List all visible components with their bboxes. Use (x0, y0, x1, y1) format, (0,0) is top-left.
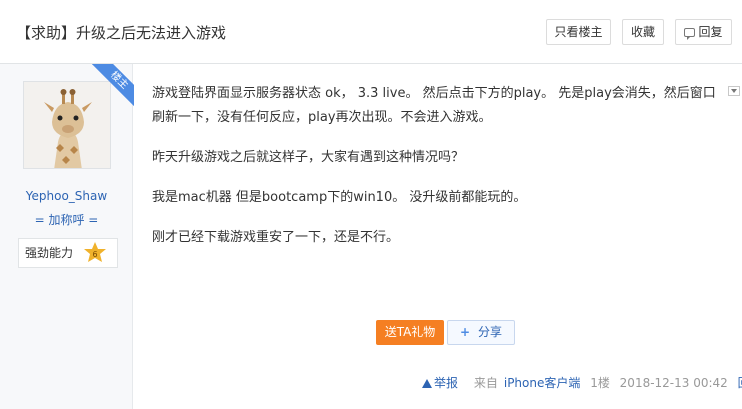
post-footer: 举报 来自 iPhone客户端 1楼 2018-12-13 00:42 回复 (422, 374, 742, 391)
source-client-link[interactable]: iPhone客户端 (504, 376, 581, 390)
add-nickname-link[interactable]: = 加称呼 = (0, 211, 133, 228)
post-header: 【求助】升级之后无法进入游戏 只看楼主 收藏 回复 (0, 0, 742, 64)
content-paragraph: 游戏登陆界面显示服务器状态 ok， 3.3 live。 然后点击下方的play。… (152, 86, 716, 125)
ability-badge[interactable]: 强劲能力 6 (18, 238, 118, 268)
report-link[interactable]: 举报 (422, 376, 464, 390)
star-badge-icon: 6 (84, 242, 106, 262)
content-paragraph: 昨天升级游戏之后就这样子，大家有遇到这种情况吗？ (152, 150, 465, 165)
author-sidebar: 楼主 Yephoo_Shaw = 加称呼 = 强劲能力 6 (0, 64, 134, 409)
post-title: 【求助】升级之后无法进入游戏 (16, 24, 227, 42)
favorite-button[interactable]: 收藏 (622, 19, 664, 45)
reply-button-label: 回复 (698, 25, 723, 39)
badge-level: 6 (92, 250, 97, 259)
post-content: 游戏登陆界面显示服务器状态 ok， 3.3 live。 然后点击下方的play。… (152, 82, 722, 266)
footer-reply-link[interactable]: 回复 (738, 376, 742, 390)
ability-badge-label: 强劲能力 (25, 246, 74, 260)
report-label: 举报 (434, 376, 459, 390)
post-time: 2018-12-13 00:42 (619, 376, 728, 390)
op-ribbon: 楼主 (92, 64, 134, 106)
only-op-button[interactable]: 只看楼主 (546, 19, 611, 45)
content-paragraph: 我是mac机器 但是bootcamp下的win10。 没升级前都能玩的。 (152, 190, 527, 205)
op-ribbon-label: 楼主 (92, 64, 134, 106)
floor-number: 1楼 (590, 376, 610, 390)
author-name[interactable]: Yephoo_Shaw (0, 189, 133, 203)
reply-button[interactable]: 回复 (675, 19, 732, 45)
warning-icon (422, 379, 432, 388)
share-button[interactable]: + 分享 (447, 320, 515, 345)
content-paragraph: 刚才已经下载游戏重安了一下，还是不行。 (152, 230, 400, 245)
share-button-label: 分享 (478, 325, 503, 339)
share-plus-icon: + (459, 325, 471, 339)
source-prefix: 来自 (473, 376, 498, 390)
post-source: 来自 iPhone客户端 (474, 376, 581, 390)
reply-icon (684, 28, 696, 40)
dropdown-arrow-icon[interactable] (728, 86, 740, 96)
send-gift-button[interactable]: 送TA礼物 (376, 320, 444, 345)
